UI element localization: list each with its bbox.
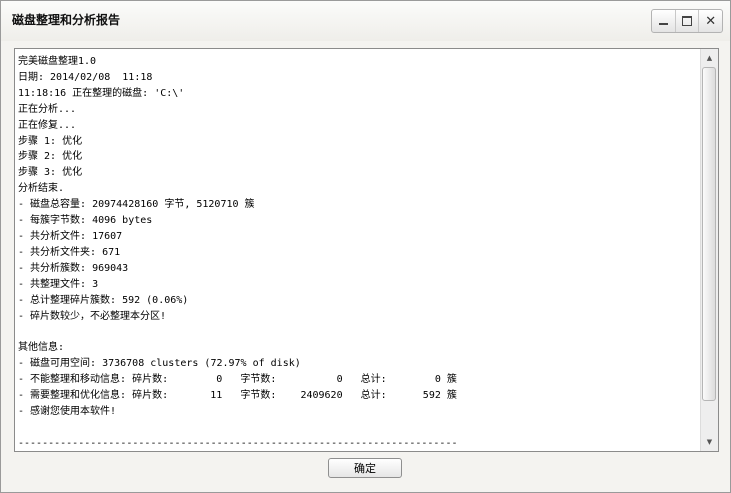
report-line: - 总计整理碎片簇数: 592 (0.06%) bbox=[18, 294, 189, 306]
report-line: 步骤 2: 优化 bbox=[18, 151, 83, 163]
report-line: 11:18:16 正在整理的磁盘: 'C:\' bbox=[18, 87, 185, 99]
report-line: 日期: 2014/02/08 11:18 bbox=[18, 71, 153, 83]
maximize-button[interactable] bbox=[676, 10, 700, 32]
report-line: - 碎片数较少，不必整理本分区! bbox=[18, 310, 167, 322]
report-line bbox=[18, 420, 698, 436]
maximize-icon bbox=[682, 16, 692, 26]
report-line: 步骤 3: 优化 bbox=[18, 167, 83, 179]
scroll-down-arrow-icon[interactable]: ▼ bbox=[701, 434, 718, 450]
minimize-button[interactable] bbox=[652, 10, 676, 32]
window-title: 磁盘整理和分析报告 bbox=[12, 13, 121, 27]
report-line: 完美磁盘整理1.0 bbox=[18, 56, 97, 67]
report-log-area[interactable]: 完美磁盘整理1.0 日期: 2014/02/08 11:18 11:18:16 正在… bbox=[14, 48, 719, 452]
report-line: - 不能整理和移动信息: 碎片数: 0 字节数: 0 总计: 0 簇 bbox=[18, 374, 457, 386]
window-controls: ✕ bbox=[651, 9, 723, 33]
report-line: - 共分析文件夹: 671 bbox=[18, 246, 121, 258]
scrollbar-thumb[interactable] bbox=[702, 67, 716, 401]
close-icon: ✕ bbox=[705, 13, 717, 29]
minimize-icon bbox=[658, 23, 668, 25]
vertical-scrollbar[interactable]: ▲ ▼ bbox=[700, 49, 718, 451]
scroll-up-arrow-icon[interactable]: ▲ bbox=[701, 50, 718, 66]
report-line: - 需要整理和优化信息: 碎片数: 11 字节数: 2409620 总计: 59… bbox=[18, 390, 457, 402]
report-dialog: 磁盘整理和分析报告 ✕ 完美磁盘整理1.0 日期: 2014/02/08 11:1… bbox=[0, 0, 731, 493]
report-line: 其他信息: bbox=[18, 342, 65, 354]
report-line: 正在分析... bbox=[18, 103, 77, 115]
report-line: 正在修复... bbox=[18, 119, 77, 131]
report-line bbox=[18, 324, 698, 340]
report-line: - 共分析文件: 17607 bbox=[18, 230, 123, 242]
report-line: - 每簇字节数: 4096 bytes bbox=[18, 215, 153, 227]
report-text: 完美磁盘整理1.0 日期: 2014/02/08 11:18 11:18:16 正在… bbox=[18, 54, 698, 451]
report-line: 步骤 1: 优化 bbox=[18, 135, 83, 147]
report-line: - 磁盘可用空间: 3736708 clusters (72.97% of di… bbox=[18, 358, 301, 370]
title-bar: 磁盘整理和分析报告 ✕ bbox=[1, 1, 730, 41]
report-line: - 共分析簇数: 969043 bbox=[18, 262, 129, 274]
report-line: 分析结束. bbox=[18, 183, 65, 195]
report-line: - 磁盘总容量: 20974428160 字节, 5120710 簇 bbox=[18, 199, 255, 211]
report-line: ----------------------------------------… bbox=[18, 437, 458, 449]
report-line: - 共整理文件: 3 bbox=[18, 278, 99, 290]
ok-button[interactable]: 确定 bbox=[328, 458, 402, 478]
report-line: - 感谢您使用本软件! bbox=[18, 405, 117, 417]
close-button[interactable]: ✕ bbox=[699, 10, 722, 32]
